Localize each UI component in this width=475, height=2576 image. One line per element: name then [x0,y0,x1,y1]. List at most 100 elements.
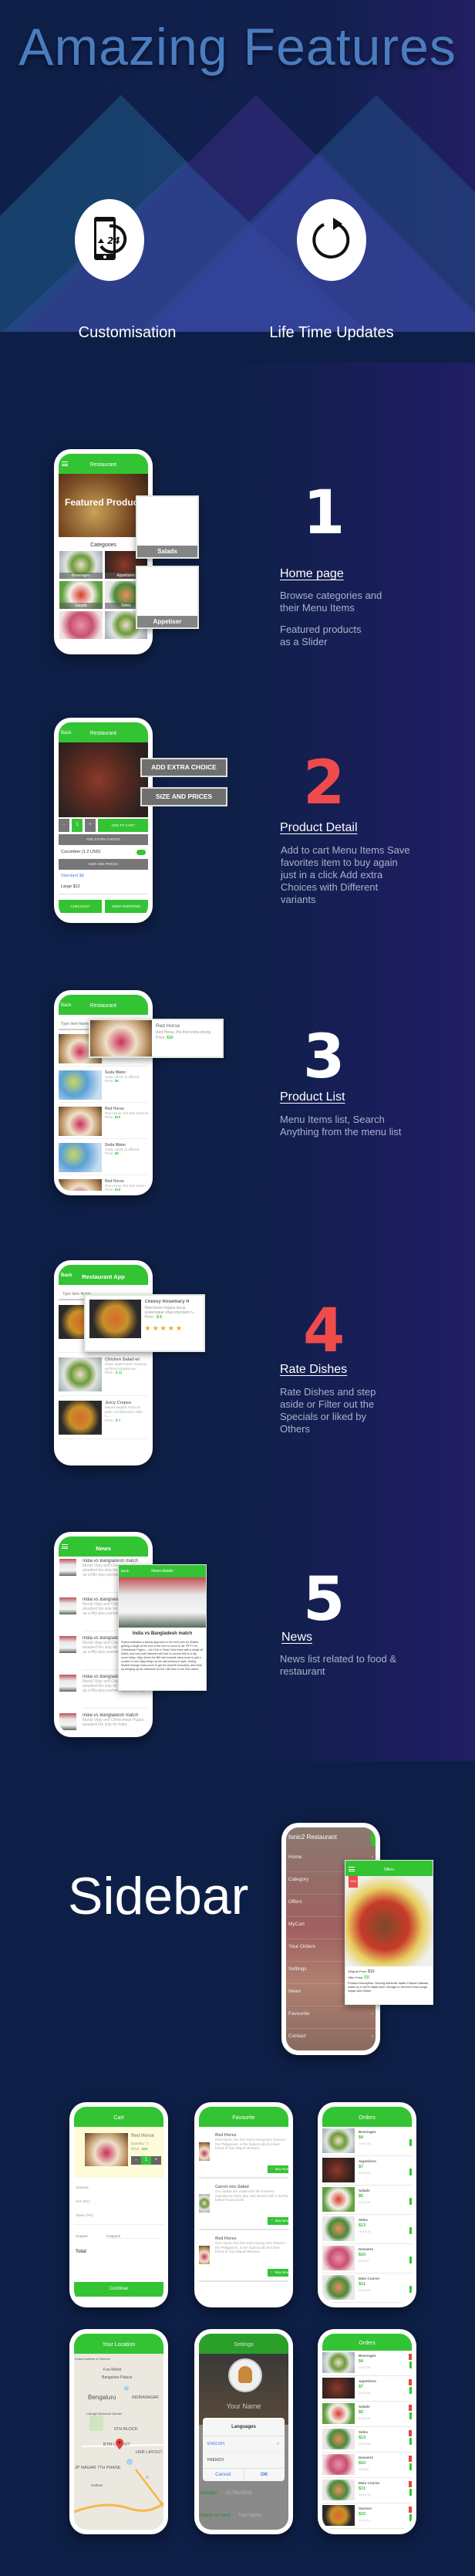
order-item[interactable]: Sides $13 16/10/15 [322,2427,412,2453]
sidebar-item[interactable]: Contact › [286,2029,376,2050]
list-item[interactable]: Red HorseRed Horse, the first extra-stro… [59,1103,148,1139]
category-card-salads[interactable]: Salads [136,495,199,559]
section-title-list[interactable]: Product List [280,1090,345,1104]
avatar[interactable] [228,2358,262,2392]
language-option-english[interactable]: ENGLISH ✓ [203,2436,285,2453]
order-status-button[interactable] [409,2463,412,2470]
sidebar-item[interactable]: Favourite › [286,2006,376,2029]
order-status-button[interactable] [409,2386,412,2394]
map[interactable]: Indian Institute of Science Fun World Bang… [74,2354,163,2530]
coupon-input[interactable]: Coupons [106,2234,162,2239]
back-button[interactable]: Back [121,1569,129,1573]
size-prices-bar[interactable]: SIZE AND PRICES [59,859,148,870]
back-button[interactable]: Back [61,1273,72,1278]
order-item[interactable]: Main Course $11 04/01/15 [322,2478,412,2503]
star-filled-icon[interactable]: ★ [168,1324,176,1332]
card-name[interactable]: Your Name [238,2513,261,2518]
order-image [322,2275,355,2300]
section-title-news[interactable]: News [281,1631,312,1645]
checkout-button[interactable]: CHECKOUT [59,900,102,913]
order-status-button[interactable] [409,2286,412,2293]
menu-icon[interactable] [349,1867,355,1871]
favourite-item[interactable]: Carrot mix Salad Our salads are made with… [199,2181,288,2230]
delete-button[interactable] [409,2507,412,2513]
keep-shopping-button[interactable]: KEEP SHOPPING [105,900,148,913]
list-item[interactable]: Soda Water Soda, which is offered Price: $… [59,1067,148,1103]
list-item[interactable]: Juicy Crepes Mauris sagittis rhoncus just… [59,1396,148,1439]
order-status-button[interactable] [409,2139,412,2146]
delete-button[interactable] [409,2481,412,2487]
delete-button[interactable] [409,2430,412,2436]
buy-now-button[interactable]: 🛒 Buy Now [268,2269,288,2277]
favourite-item[interactable]: Red Horse Red Horse, the first extra-stro… [199,2233,288,2282]
order-item[interactable]: Main Course $11 04/01/15 [322,2273,412,2303]
category-tile[interactable] [59,611,103,639]
buy-now-button[interactable]: 🛒 Buy Now [268,2165,288,2173]
list-item[interactable]: Soda Water Soda, which is offered Price: $… [59,1139,148,1175]
qty-value[interactable]: 1 [141,2156,151,2165]
order-status-button[interactable] [409,2198,412,2205]
order-status-button[interactable] [409,2257,412,2263]
choice-toggle[interactable] [136,849,146,855]
list-item[interactable]: Red HorseRed Horse, the first extra-stro… [59,1175,148,1191]
buy-now-button[interactable]: 🛒 Buy Now [268,2217,288,2225]
star-filled-icon[interactable]: ★ [145,1324,153,1332]
category-tile[interactable]: Beverages [59,551,103,579]
order-status-button[interactable] [409,2169,412,2175]
cancel-button[interactable]: Cancel [203,2469,244,2480]
order-item[interactable]: Appetizers $7 04/01/16 [322,2156,412,2186]
menu-icon[interactable] [62,461,68,466]
list-item[interactable]: Chicken Salad wi Class aptent taciti soci… [59,1353,148,1396]
section-title-rate[interactable]: Rate Dishes [280,1363,347,1377]
card-number[interactable]: 5172628928 [226,2491,251,2496]
order-status-button[interactable] [409,2488,412,2496]
delete-button[interactable] [409,2456,412,2462]
order-status-button[interactable] [409,2437,412,2445]
star-rating[interactable]: ★★★★★ [145,1324,197,1333]
order-item[interactable]: Desserts $10 22/6/15 [322,2244,412,2273]
delete-button[interactable] [409,2354,412,2360]
order-item[interactable]: Starters $15 11/11/14 [322,2503,412,2529]
delete-button[interactable] [409,2405,412,2411]
order-status-button[interactable] [409,2361,412,2368]
section-title-detail[interactable]: Product Detail [280,821,358,835]
extra-choice-bar[interactable]: ADD EXTRA CHOICE [59,834,148,845]
qty-minus-button[interactable]: - [131,2156,141,2165]
qty-minus-button[interactable]: - [59,819,69,832]
category-tile[interactable]: Salads [59,581,103,609]
star-filled-icon[interactable]: ★ [153,1324,160,1332]
continue-button[interactable]: Continue [74,2282,163,2297]
order-item[interactable]: Salads $5 07/11/15 [322,2186,412,2215]
order-item[interactable]: Salads $5 07/11/15 [322,2402,412,2427]
delete-button[interactable] [409,2379,412,2385]
qty-plus-button[interactable]: + [85,819,96,832]
category-card-appetiser[interactable]: Appetiser [136,566,199,629]
language-option-french[interactable]: FRENCH [203,2453,285,2469]
favourite-item[interactable]: Red Horse Red Horse, the first extra-stro… [199,2129,288,2179]
map-pin-icon[interactable] [116,2439,123,2449]
order-status-button[interactable] [409,2412,412,2419]
size-option[interactable]: Standard $8 [59,870,148,882]
ok-button[interactable]: OK [244,2469,285,2480]
section-title-home[interactable]: Home page [280,567,344,581]
order-item[interactable]: Beverages $4 10/01/16 [322,2351,412,2376]
qty-plus-button[interactable]: + [151,2156,161,2165]
header-title: Orders [359,2115,376,2121]
order-status-button[interactable] [409,2513,412,2521]
add-to-cart-button[interactable]: ADD TO CART [98,819,148,832]
order-item[interactable]: Desserts $10 22/6/15 [322,2453,412,2478]
news-item[interactable]: India vs Bangladesh match Murali Vijay an… [59,1711,148,1733]
star-filled-icon[interactable]: ★ [176,1324,184,1332]
qty-value[interactable]: 1 [72,819,83,832]
order-status-button[interactable] [409,2227,412,2234]
menu-icon[interactable] [62,1544,68,1549]
order-item[interactable]: Beverages $4 10/01/16 [322,2127,412,2156]
order-item[interactable]: Appetizers $7 04/01/16 [322,2376,412,2402]
size-option[interactable]: Large $12 [59,882,148,894]
back-button[interactable]: Back [61,731,71,735]
dish-image [59,1401,102,1435]
order-item[interactable]: Sides $13 16/10/15 [322,2215,412,2244]
back-button[interactable]: Back [61,1003,71,1008]
featured-slider[interactable]: Featured Products [59,474,148,537]
star-filled-icon[interactable]: ★ [160,1324,168,1332]
